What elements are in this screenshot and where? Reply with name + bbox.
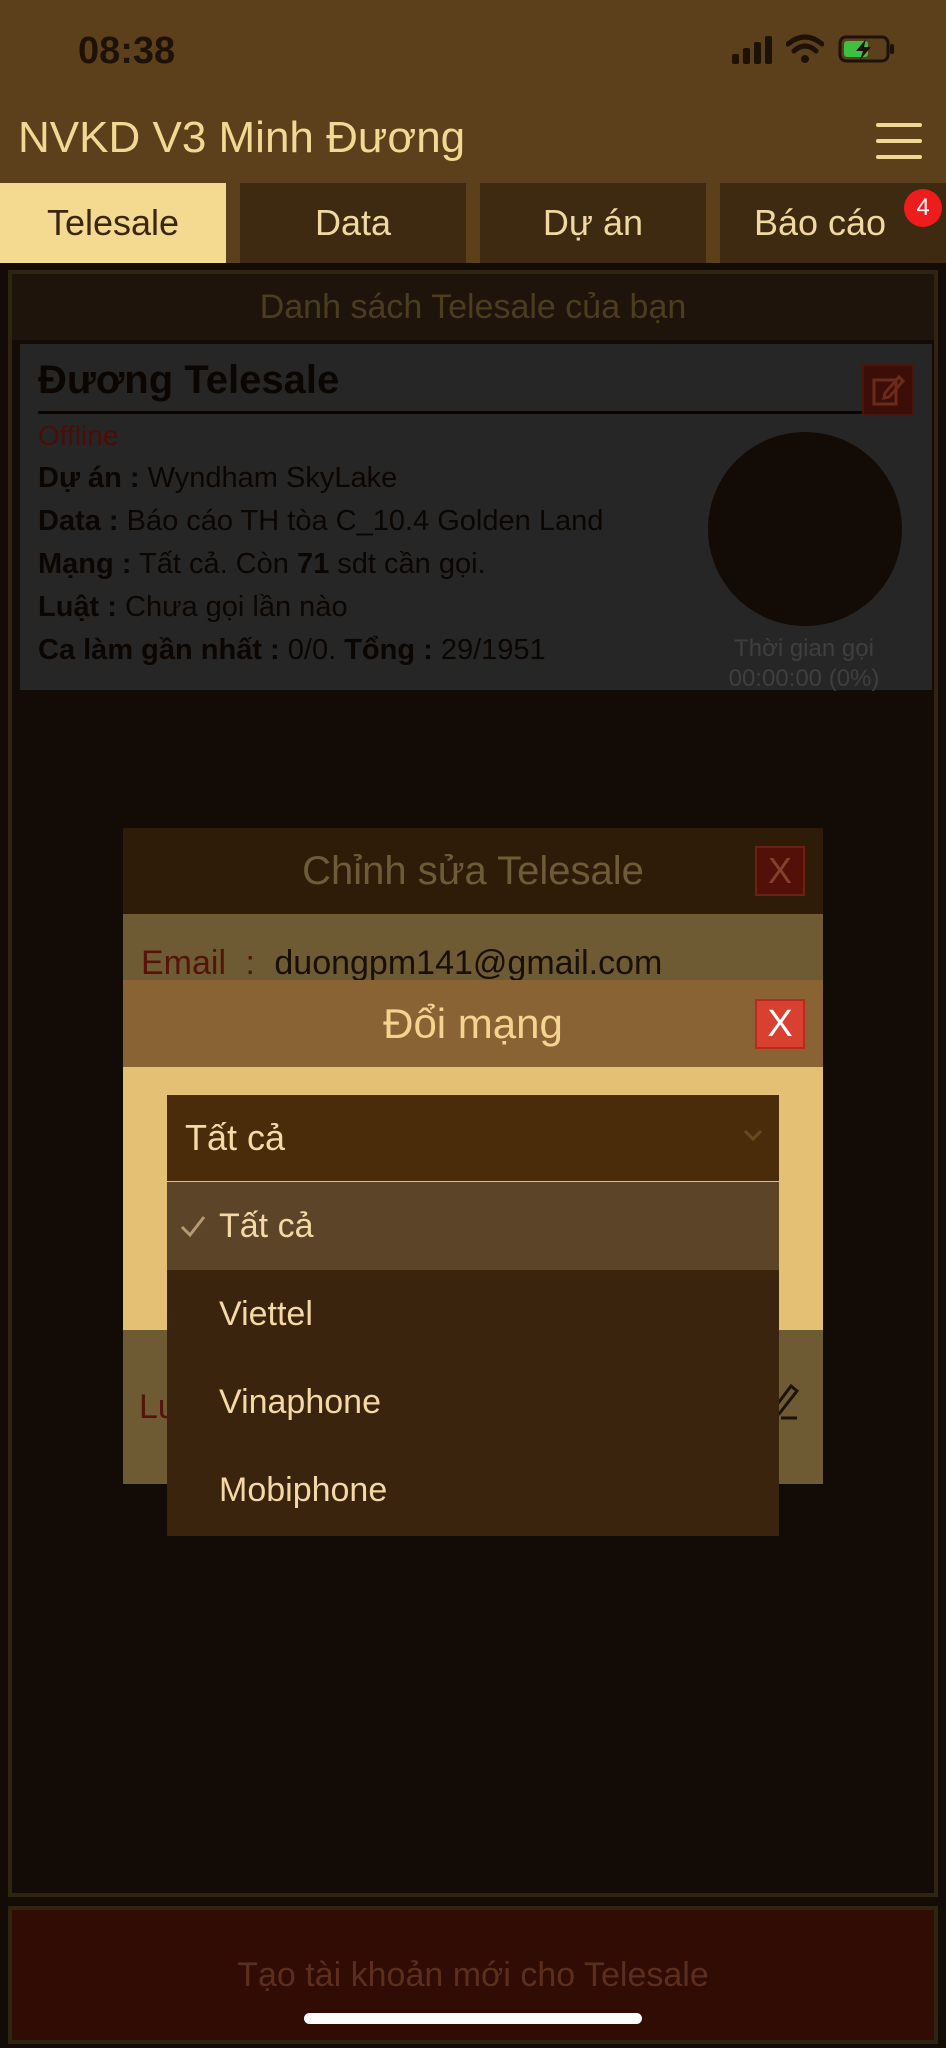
tab-bar: Telesale Data Dự án Báo cáo 4 [0,183,946,263]
network-select-value: Tất cả [185,1117,286,1158]
call-time-label: Thời gian gọi 00:00:00 (0%) [728,635,880,692]
list-header: Danh sách Telesale của bạn [12,274,934,340]
option-vinaphone[interactable]: Vinaphone [167,1358,779,1446]
chevron-down-icon [743,1129,763,1142]
app-header: NVKD V3 Minh Đương [0,105,946,183]
hamburger-menu-icon[interactable] [876,123,922,159]
tab-bao-cao-label: Báo cáo [753,202,887,243]
checkmark-icon [180,1216,206,1238]
notification-badge: 4 [904,189,942,227]
edit-icon [872,374,905,406]
status-bar: 08:38 [0,0,946,105]
home-indicator [304,2013,642,2024]
tab-telesale[interactable]: Telesale [0,183,226,263]
edit-telesale-button[interactable] [862,364,914,416]
option-mobiphone[interactable]: Mobiphone [167,1446,779,1534]
cellular-signal-icon [732,34,772,64]
edit-dialog-header: Chỉnh sửa Telesale X [123,828,823,914]
edit-dialog-close-button[interactable]: X [755,846,805,896]
email-value: duongpm141@gmail.com [274,944,663,982]
email-label: Email [141,944,227,982]
telesale-card[interactable]: Đương Telesale Offline Dự án : Wyndham S… [20,344,932,692]
status-time: 08:38 [78,30,176,72]
tab-bao-cao[interactable]: Báo cáo 4 [720,183,946,263]
edit-dialog-title: Chỉnh sửa Telesale [302,848,644,893]
option-viettel[interactable]: Viettel [167,1270,779,1358]
network-dialog-title: Đổi mạng [383,999,563,1047]
tab-du-an[interactable]: Dự án [480,183,706,263]
email-separator: : [245,944,255,982]
telesale-name: Đương Telesale [38,358,914,414]
wifi-icon [786,34,824,63]
status-icons [732,34,896,64]
option-label: Tất cả [219,1206,314,1245]
call-time-chart [708,432,902,626]
network-dialog-close-button[interactable]: X [755,999,805,1049]
network-options-list: Tất cả Viettel Vinaphone Mobiphone [167,1182,779,1536]
network-dialog-header: Đổi mạng X [123,980,823,1067]
app-title: NVKD V3 Minh Đương [18,113,466,162]
email-row: Email : duongpm141@gmail.com [141,944,662,983]
network-select[interactable]: Tất cả [167,1095,779,1181]
battery-charging-icon [838,35,894,63]
tab-data[interactable]: Data [240,183,466,263]
option-tat-ca[interactable]: Tất cả [167,1182,779,1270]
